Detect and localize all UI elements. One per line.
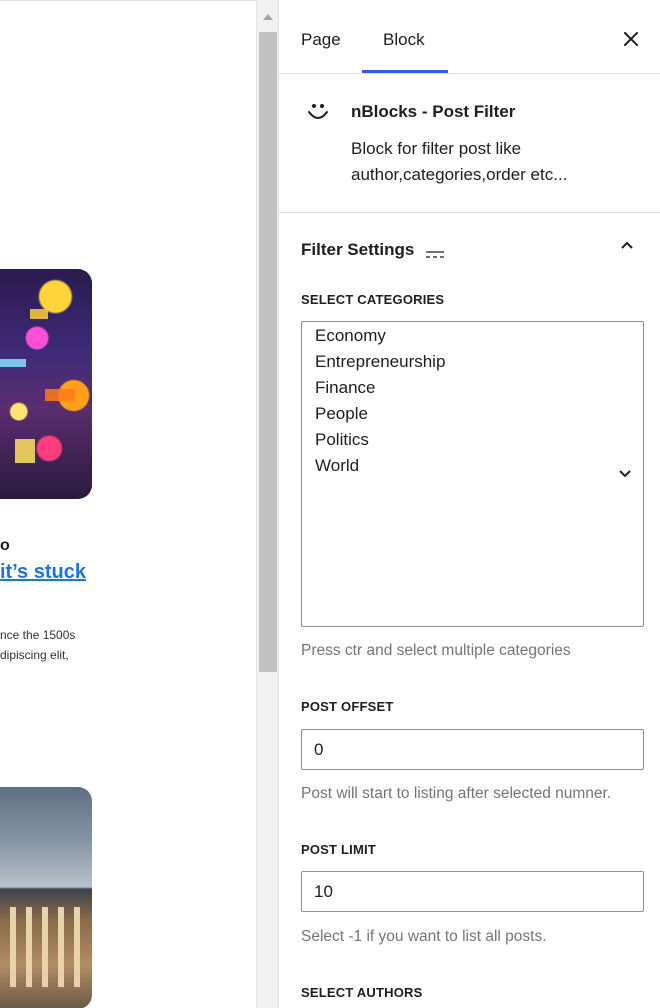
editor-canvas: o it’s stuck nce the 1500s dipiscing eli… bbox=[0, 0, 256, 1008]
post-excerpt: nce the 1500s dipiscing elit, bbox=[0, 625, 256, 665]
chevron-down-icon bbox=[619, 470, 631, 478]
canvas-scrollbar[interactable] bbox=[256, 0, 278, 1008]
drag-handle-icon bbox=[425, 246, 445, 264]
category-option[interactable]: Finance bbox=[302, 375, 643, 401]
scroll-up-arrow-icon[interactable] bbox=[263, 14, 273, 20]
category-option[interactable]: Economy bbox=[302, 323, 643, 349]
category-option[interactable]: World bbox=[302, 453, 643, 479]
categories-options: Economy Entrepreneurship Finance People Poli… bbox=[302, 322, 643, 479]
post-title-link[interactable]: it’s stuck bbox=[0, 561, 86, 584]
post-offset-help-text: Post will start to listing after selecte… bbox=[301, 785, 612, 802]
categories-multiselect[interactable]: Economy Entrepreneurship Finance People Poli… bbox=[301, 321, 644, 627]
smiley-icon bbox=[306, 100, 330, 129]
category-option[interactable]: Entrepreneurship bbox=[302, 349, 643, 375]
close-icon[interactable] bbox=[624, 28, 638, 50]
post-limit-help-text: Select -1 if you want to list all posts. bbox=[301, 928, 547, 945]
tab-block[interactable]: Block bbox=[383, 30, 425, 50]
category-option[interactable]: People bbox=[302, 401, 643, 427]
sidebar-tabs: Page Block bbox=[279, 0, 660, 74]
block-description: Block for filter post like author,catego… bbox=[351, 139, 568, 184]
post-offset-label: POST OFFSET bbox=[301, 699, 394, 714]
panel-title[interactable]: Filter Settings bbox=[301, 240, 414, 260]
post-featured-image[interactable] bbox=[0, 787, 92, 1008]
select-authors-label: SELECT AUTHORS bbox=[301, 985, 423, 1000]
block-name: nBlocks - Post Filter bbox=[351, 102, 516, 121]
post-limit-label: POST LIMIT bbox=[301, 842, 376, 857]
scrollbar-thumb[interactable] bbox=[259, 32, 277, 672]
post-offset-input[interactable]: 0 bbox=[301, 729, 644, 770]
chevron-up-icon[interactable] bbox=[620, 238, 634, 252]
post-title-fragment: o bbox=[0, 537, 10, 554]
category-option[interactable]: Politics bbox=[302, 427, 643, 453]
post-limit-input[interactable]: 10 bbox=[301, 871, 644, 912]
excerpt-line: nce the 1500s bbox=[0, 628, 76, 642]
post-featured-image[interactable] bbox=[0, 269, 92, 499]
select-categories-label: SELECT CATEGORIES bbox=[301, 292, 445, 307]
tab-page[interactable]: Page bbox=[301, 30, 341, 50]
excerpt-line: dipiscing elit, bbox=[0, 648, 69, 662]
categories-help-text: Press ctr and select multiple categories bbox=[301, 642, 571, 659]
active-tab-indicator bbox=[362, 70, 448, 73]
